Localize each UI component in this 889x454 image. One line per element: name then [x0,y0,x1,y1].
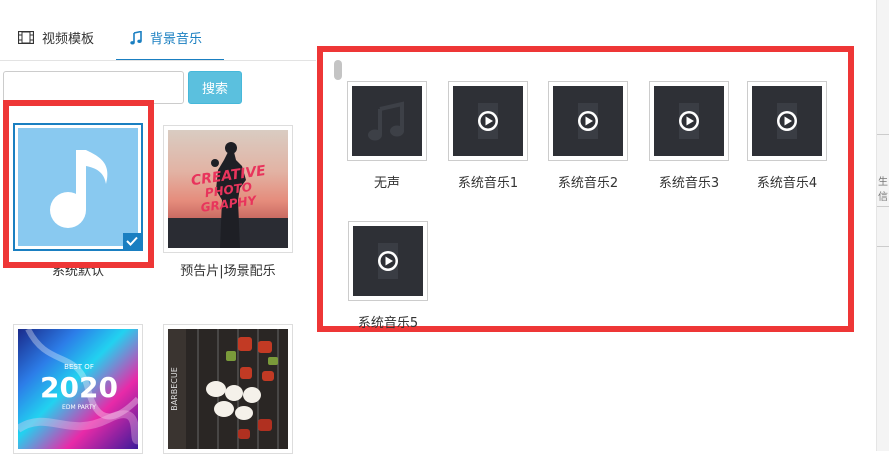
play-circle-icon[interactable] [464,97,512,145]
search-input[interactable] [3,71,184,104]
tab-background-music[interactable]: 背景音乐 [116,28,224,61]
track-5-tile [353,226,423,296]
album-art-barbecue: BARBECUE [168,329,279,449]
album-cover-2020: BEST OF 2020 EDM PARTY [18,329,138,449]
scrollbar-thumb[interactable] [334,60,342,80]
edge-divider [877,206,889,207]
track-label-silence: 无声 [373,176,400,191]
album-card-barbecue[interactable]: BARBECUE [163,324,293,454]
album-card-trailer[interactable]: CREATIVE PHOTO GRAPHY [163,125,293,253]
play-circle-icon[interactable] [364,237,412,285]
svg-text:BEST OF: BEST OF [64,363,94,371]
track-system-music-3[interactable] [649,81,729,161]
svg-text:EDM PARTY: EDM PARTY [62,404,96,411]
track-system-music-2[interactable] [548,81,628,161]
play-circle-icon[interactable] [564,97,612,145]
silhouette-image: CREATIVE PHOTO GRAPHY [168,142,288,248]
edge-divider [877,246,889,247]
tab-bar: 视频模板 背景音乐 [0,0,320,62]
album-cover-trailer: CREATIVE PHOTO GRAPHY [168,130,288,248]
track-label-4: 系统音乐4 [756,176,818,191]
track-silence-tile [352,86,422,156]
album-card-default[interactable] [13,123,143,251]
track-system-music-5[interactable] [348,221,428,301]
music-track-panel: 无声 系统音乐1 系统音乐2 系统音乐3 系统音乐4 系统音乐5 [317,46,854,332]
track-system-music-1[interactable] [448,81,528,161]
svg-text:BARBECUE: BARBECUE [170,367,179,411]
track-system-music-4[interactable] [747,81,827,161]
tab-background-music-label: 背景音乐 [150,32,203,47]
music-note-icon [130,31,142,45]
tab-video-templates[interactable]: 视频模板 [18,28,94,60]
svg-text:2020: 2020 [40,371,118,404]
tab-divider [0,60,316,61]
album-cover-barbecue: BARBECUE [168,329,288,449]
track-3-tile [654,86,724,156]
background-window-edge [876,0,889,451]
tab-video-templates-label: 视频模板 [42,32,95,47]
track-label-1: 系统音乐1 [457,176,519,191]
track-label-2: 系统音乐2 [557,176,619,191]
track-label-5: 系统音乐5 [357,316,419,331]
edge-text: 生信 [878,177,888,203]
track-4-tile [752,86,822,156]
play-circle-icon[interactable] [665,97,713,145]
music-note-icon [368,101,404,141]
search-button[interactable]: 搜索 [188,71,242,104]
track-label-3: 系统音乐3 [658,176,720,191]
music-note-icon [50,150,108,228]
edge-divider [877,134,889,135]
track-2-tile [553,86,623,156]
album-label-default: 系统默认 [51,264,104,279]
play-circle-icon[interactable] [763,97,811,145]
selected-check-icon [123,233,141,249]
track-silence[interactable] [347,81,427,161]
album-cover-default [18,128,138,246]
film-icon [18,31,34,44]
album-card-2020[interactable]: BEST OF 2020 EDM PARTY [13,324,143,454]
track-1-tile [453,86,523,156]
album-art-2020: BEST OF 2020 EDM PARTY [18,329,138,445]
album-label-trailer: 预告片|场景配乐 [180,264,276,279]
